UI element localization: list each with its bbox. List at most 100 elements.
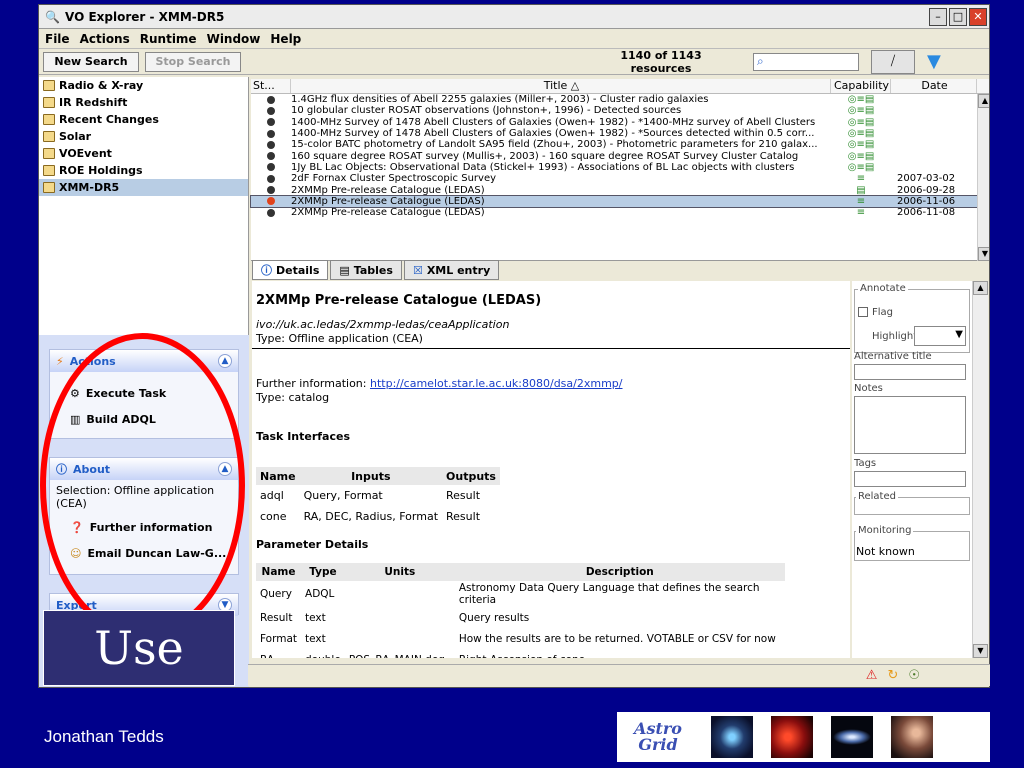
collapse-icon[interactable]: ▲ [218, 462, 232, 476]
pd-cell: ADQL [305, 588, 335, 600]
pd-cell: Result [260, 611, 293, 624]
folder-item[interactable]: Radio & X-ray [39, 77, 248, 94]
folder-label: VOEvent [59, 147, 112, 160]
folder-item[interactable]: Solar [39, 128, 248, 145]
status-cell [251, 186, 291, 195]
tab-tables[interactable]: ▤ Tables [330, 260, 402, 280]
menu-actions[interactable]: Actions [80, 32, 130, 46]
col-title[interactable]: Title △ [291, 79, 831, 93]
table-row: Result text Query results [256, 607, 785, 628]
folder-item[interactable]: ROE Holdings [39, 162, 248, 179]
error-status-icon[interactable]: ⚠ [866, 668, 878, 683]
further-information-link[interactable]: ❓ Further information [50, 514, 238, 540]
search-input[interactable]: ⌕ [753, 52, 859, 71]
about-panel-header[interactable]: ⓘ About ▲ [50, 458, 238, 480]
table-row[interactable]: 1Jy BL Lac Objects: Observational Data (… [251, 162, 989, 173]
folder-item[interactable]: IR Redshift [39, 94, 248, 111]
table-row[interactable]: 1400-MHz Survey of 1478 Abell Clusters o… [251, 128, 989, 140]
menu-window[interactable]: Window [207, 32, 261, 46]
email-link[interactable]: ☺ Email Duncan Law-G... [50, 540, 238, 566]
network-status-icon[interactable]: ☉ [908, 668, 920, 683]
table-row[interactable]: 2XMMp Pre-release Catalogue (LEDAS) ≡ 2006… [251, 207, 989, 218]
title-cell: 160 square degree ROSAT survey (Mullis+,… [291, 150, 799, 162]
about-title: About [73, 462, 111, 476]
collapse-icon[interactable]: ▲ [218, 354, 232, 368]
capability-icon: ◎≡▤ [847, 128, 875, 140]
scroll-up-icon[interactable]: ▲ [973, 281, 988, 295]
galaxy-image [831, 716, 873, 758]
table-scrollbar[interactable]: ▲ ▼ [977, 94, 989, 261]
ti-header: Name [256, 467, 300, 485]
folder-item[interactable]: Recent Changes [39, 111, 248, 128]
col-capability[interactable]: Capability [831, 79, 891, 93]
red-nebula-image [771, 716, 813, 758]
notes-textarea[interactable] [854, 396, 966, 454]
folder-icon [43, 131, 55, 142]
status-icon [267, 208, 275, 217]
menu-bar: File Actions Runtime Window Help [39, 29, 989, 49]
folder-label: Radio & X-ray [59, 79, 144, 92]
pillars-image [891, 716, 933, 758]
menu-file[interactable]: File [45, 32, 70, 46]
maximize-icon[interactable]: □ [949, 7, 967, 26]
highlight-select[interactable]: ▼ [914, 326, 966, 346]
menu-help[interactable]: Help [270, 32, 301, 46]
further-info-link[interactable]: http://camelot.star.le.ac.uk:8080/dsa/2x… [370, 377, 623, 390]
table-row[interactable]: 1.4GHz flux densities of Abell 2255 gala… [251, 94, 989, 106]
refresh-icon[interactable]: ↻ [887, 668, 898, 683]
folder-item[interactable]: VOEvent [39, 145, 248, 162]
title-cell: 1400-MHz Survey of 1478 Abell Clusters o… [291, 128, 815, 140]
further-info-label: Further information: [256, 377, 370, 390]
new-search-button[interactable]: New Search [43, 51, 139, 72]
tags-label: Tags [854, 458, 877, 469]
alt-title-input[interactable] [854, 364, 966, 380]
flag-checkbox[interactable]: Flag [858, 307, 893, 318]
folder-icon [43, 182, 55, 193]
folder-item-selected[interactable]: XMM-DR5 [39, 179, 248, 196]
table-row[interactable]: 2dF Fornax Cluster Spectroscopic Survey ≡… [251, 173, 989, 184]
close-icon[interactable]: ✕ [969, 7, 987, 26]
logo-line-2: Grid [638, 735, 678, 754]
table-row[interactable]: 15-color BATC photometry of Landolt SA95… [251, 139, 989, 151]
toolbar: New Search Stop Search 1140 of 1143 reso… [39, 49, 989, 75]
menu-runtime[interactable]: Runtime [140, 32, 197, 46]
details-scrollbar[interactable]: ▲ ▼ [972, 281, 988, 658]
table-row[interactable]: 1400-MHz Survey of 1478 Abell Clusters o… [251, 117, 989, 128]
folder-icon [43, 148, 55, 159]
minimize-icon[interactable]: – [929, 7, 947, 26]
tab-xml-entry[interactable]: ☒ XML entry [403, 260, 500, 280]
alt-title-label: Alternative title [854, 351, 932, 362]
col-date[interactable]: Date [891, 79, 977, 93]
status-icon [267, 140, 275, 149]
title-cell: 15-color BATC photometry of Landolt SA95… [291, 139, 818, 151]
col-status[interactable]: St... [251, 79, 291, 93]
lightning-icon: ⚡ [56, 354, 64, 368]
tab-details[interactable]: ⓘ Details [252, 260, 329, 280]
status-cell [251, 174, 291, 183]
filter-toggle-button[interactable]: ⧸ [871, 49, 915, 74]
parameter-details-title: Parameter Details [256, 538, 369, 551]
download-arrow-icon[interactable]: ▼ [927, 51, 941, 72]
folder-icon [43, 114, 55, 125]
table-icon: ▤ [339, 263, 350, 277]
table-row[interactable]: 160 square degree ROSAT survey (Mullis+,… [251, 150, 989, 162]
actions-panel-header[interactable]: ⚡ Actions ▲ [50, 350, 238, 372]
capability-icon: ◎≡▤ [847, 94, 875, 106]
folder-icon [43, 97, 55, 108]
task-interfaces-table: Name Inputs Outputs adql Query, Format R… [256, 467, 500, 527]
build-adql-button[interactable]: ▥ Build ADQL [50, 406, 238, 432]
astrogrid-logo: Astro Grid [623, 721, 693, 753]
table-row[interactable]: 2XMMp Pre-release Catalogue (LEDAS) ▤ 2006… [251, 184, 989, 196]
actions-panel: ⚡ Actions ▲ ⚙ Execute Task ▥ Build ADQL [49, 349, 239, 439]
tab-xml-label: XML entry [426, 263, 491, 277]
scroll-down-icon[interactable]: ▼ [978, 247, 989, 261]
table-row[interactable]: 2XMMp Pre-release Catalogue (LEDAS) ≡ 2006… [250, 194, 989, 208]
scroll-up-icon[interactable]: ▲ [978, 94, 989, 108]
execute-task-button[interactable]: ⚙ Execute Task [50, 380, 238, 406]
stop-search-button[interactable]: Stop Search [145, 51, 241, 72]
table-row: RAdoublePOS_RA_MAIN degRight-Ascension o… [256, 649, 785, 659]
scroll-down-icon[interactable]: ▼ [973, 644, 988, 658]
tags-input[interactable] [854, 471, 966, 487]
table-row[interactable]: 10 globular cluster ROSAT observations (… [251, 105, 989, 116]
table-row: adql Query, Format Result [256, 485, 500, 506]
